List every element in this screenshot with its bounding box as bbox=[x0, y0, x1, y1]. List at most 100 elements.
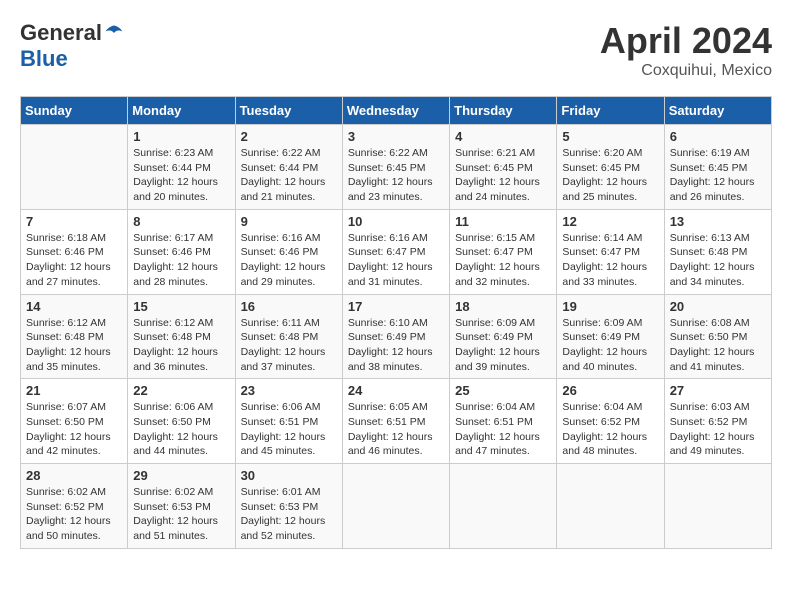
day-number: 10 bbox=[348, 214, 444, 229]
day-info: Sunrise: 6:06 AM Sunset: 6:51 PM Dayligh… bbox=[241, 400, 337, 459]
day-info: Sunrise: 6:14 AM Sunset: 6:47 PM Dayligh… bbox=[562, 231, 658, 290]
day-info: Sunrise: 6:05 AM Sunset: 6:51 PM Dayligh… bbox=[348, 400, 444, 459]
calendar-cell: 28 Sunrise: 6:02 AM Sunset: 6:52 PM Dayli… bbox=[21, 464, 128, 549]
page-header: General Blue April 2024 Coxquihui, Mexic… bbox=[20, 20, 772, 80]
calendar-cell: 5 Sunrise: 6:20 AM Sunset: 6:45 PM Daylig… bbox=[557, 125, 664, 210]
calendar-cell: 6 Sunrise: 6:19 AM Sunset: 6:45 PM Daylig… bbox=[664, 125, 771, 210]
day-number: 19 bbox=[562, 299, 658, 314]
day-number: 24 bbox=[348, 383, 444, 398]
calendar-cell: 8 Sunrise: 6:17 AM Sunset: 6:46 PM Daylig… bbox=[128, 209, 235, 294]
day-number: 7 bbox=[26, 214, 122, 229]
calendar-cell: 29Sunrise: 6:02 AM Sunset: 6:53 PM Dayli… bbox=[128, 464, 235, 549]
day-number: 12 bbox=[562, 214, 658, 229]
day-info: Sunrise: 6:13 AM Sunset: 6:48 PM Dayligh… bbox=[670, 231, 766, 290]
calendar-cell bbox=[21, 125, 128, 210]
calendar-cell: 21 Sunrise: 6:07 AM Sunset: 6:50 PM Dayli… bbox=[21, 379, 128, 464]
weekday-header: Monday bbox=[128, 97, 235, 125]
day-number: 18 bbox=[455, 299, 551, 314]
day-number: 1 bbox=[133, 129, 229, 144]
calendar-week-row: 21 Sunrise: 6:07 AM Sunset: 6:50 PM Dayli… bbox=[21, 379, 772, 464]
day-info: Sunrise: 6:20 AM Sunset: 6:45 PM Dayligh… bbox=[562, 146, 658, 205]
calendar-cell: 25Sunrise: 6:04 AM Sunset: 6:51 PM Dayli… bbox=[450, 379, 557, 464]
day-info: Sunrise: 6:02 AM Sunset: 6:53 PM Dayligh… bbox=[133, 485, 229, 544]
day-info: Sunrise: 6:15 AM Sunset: 6:47 PM Dayligh… bbox=[455, 231, 551, 290]
calendar-cell: 1 Sunrise: 6:23 AM Sunset: 6:44 PM Daylig… bbox=[128, 125, 235, 210]
day-number: 20 bbox=[670, 299, 766, 314]
calendar-cell: 20 Sunrise: 6:08 AM Sunset: 6:50 PM Dayli… bbox=[664, 294, 771, 379]
day-number: 17 bbox=[348, 299, 444, 314]
day-info: Sunrise: 6:09 AM Sunset: 6:49 PM Dayligh… bbox=[455, 316, 551, 375]
day-number: 6 bbox=[670, 129, 766, 144]
calendar-cell: 26Sunrise: 6:04 AM Sunset: 6:52 PM Dayli… bbox=[557, 379, 664, 464]
title-block: April 2024 Coxquihui, Mexico bbox=[600, 20, 772, 80]
day-number: 21 bbox=[26, 383, 122, 398]
weekday-header: Friday bbox=[557, 97, 664, 125]
day-info: Sunrise: 6:17 AM Sunset: 6:46 PM Dayligh… bbox=[133, 231, 229, 290]
day-info: Sunrise: 6:11 AM Sunset: 6:48 PM Dayligh… bbox=[241, 316, 337, 375]
day-number: 8 bbox=[133, 214, 229, 229]
day-number: 26 bbox=[562, 383, 658, 398]
calendar-cell: 2Sunrise: 6:22 AM Sunset: 6:44 PM Daylig… bbox=[235, 125, 342, 210]
calendar-cell bbox=[342, 464, 449, 549]
day-info: Sunrise: 6:21 AM Sunset: 6:45 PM Dayligh… bbox=[455, 146, 551, 205]
day-number: 28 bbox=[26, 468, 122, 483]
day-number: 22 bbox=[133, 383, 229, 398]
day-info: Sunrise: 6:19 AM Sunset: 6:45 PM Dayligh… bbox=[670, 146, 766, 205]
day-number: 15 bbox=[133, 299, 229, 314]
day-number: 25 bbox=[455, 383, 551, 398]
day-number: 3 bbox=[348, 129, 444, 144]
day-number: 9 bbox=[241, 214, 337, 229]
calendar-cell: 12 Sunrise: 6:14 AM Sunset: 6:47 PM Dayli… bbox=[557, 209, 664, 294]
day-info: Sunrise: 6:16 AM Sunset: 6:47 PM Dayligh… bbox=[348, 231, 444, 290]
weekday-header: Sunday bbox=[21, 97, 128, 125]
day-info: Sunrise: 6:03 AM Sunset: 6:52 PM Dayligh… bbox=[670, 400, 766, 459]
calendar-cell: 9Sunrise: 6:16 AM Sunset: 6:46 PM Daylig… bbox=[235, 209, 342, 294]
day-number: 13 bbox=[670, 214, 766, 229]
day-info: Sunrise: 6:01 AM Sunset: 6:53 PM Dayligh… bbox=[241, 485, 337, 544]
day-number: 30 bbox=[241, 468, 337, 483]
day-number: 14 bbox=[26, 299, 122, 314]
calendar-table: SundayMondayTuesdayWednesdayThursdayFrid… bbox=[20, 96, 772, 549]
calendar-cell: 23 Sunrise: 6:06 AM Sunset: 6:51 PM Dayli… bbox=[235, 379, 342, 464]
location-text: Coxquihui, Mexico bbox=[600, 62, 772, 80]
day-info: Sunrise: 6:22 AM Sunset: 6:45 PM Dayligh… bbox=[348, 146, 444, 205]
logo-bird-icon bbox=[104, 23, 124, 43]
day-info: Sunrise: 6:22 AM Sunset: 6:44 PM Dayligh… bbox=[241, 146, 337, 205]
day-info: Sunrise: 6:10 AM Sunset: 6:49 PM Dayligh… bbox=[348, 316, 444, 375]
weekday-header: Saturday bbox=[664, 97, 771, 125]
calendar-cell: 7 Sunrise: 6:18 AM Sunset: 6:46 PM Daylig… bbox=[21, 209, 128, 294]
day-info: Sunrise: 6:07 AM Sunset: 6:50 PM Dayligh… bbox=[26, 400, 122, 459]
day-info: Sunrise: 6:12 AM Sunset: 6:48 PM Dayligh… bbox=[133, 316, 229, 375]
calendar-week-row: 14 Sunrise: 6:12 AM Sunset: 6:48 PM Dayli… bbox=[21, 294, 772, 379]
calendar-cell: 11 Sunrise: 6:15 AM Sunset: 6:47 PM Dayli… bbox=[450, 209, 557, 294]
calendar-cell: 15 Sunrise: 6:12 AM Sunset: 6:48 PM Dayli… bbox=[128, 294, 235, 379]
day-number: 11 bbox=[455, 214, 551, 229]
day-number: 5 bbox=[562, 129, 658, 144]
day-info: Sunrise: 6:02 AM Sunset: 6:52 PM Dayligh… bbox=[26, 485, 122, 544]
day-info: Sunrise: 6:08 AM Sunset: 6:50 PM Dayligh… bbox=[670, 316, 766, 375]
day-number: 16 bbox=[241, 299, 337, 314]
day-number: 4 bbox=[455, 129, 551, 144]
calendar-cell: 24 Sunrise: 6:05 AM Sunset: 6:51 PM Dayli… bbox=[342, 379, 449, 464]
month-title: April 2024 bbox=[600, 20, 772, 62]
logo-blue-text: Blue bbox=[20, 46, 68, 72]
day-info: Sunrise: 6:12 AM Sunset: 6:48 PM Dayligh… bbox=[26, 316, 122, 375]
weekday-header-row: SundayMondayTuesdayWednesdayThursdayFrid… bbox=[21, 97, 772, 125]
calendar-cell: 10 Sunrise: 6:16 AM Sunset: 6:47 PM Dayli… bbox=[342, 209, 449, 294]
calendar-cell bbox=[664, 464, 771, 549]
weekday-header: Tuesday bbox=[235, 97, 342, 125]
day-info: Sunrise: 6:23 AM Sunset: 6:44 PM Dayligh… bbox=[133, 146, 229, 205]
calendar-cell: 19 Sunrise: 6:09 AM Sunset: 6:49 PM Dayli… bbox=[557, 294, 664, 379]
calendar-week-row: 1 Sunrise: 6:23 AM Sunset: 6:44 PM Daylig… bbox=[21, 125, 772, 210]
day-number: 23 bbox=[241, 383, 337, 398]
calendar-cell: 30 Sunrise: 6:01 AM Sunset: 6:53 PM Dayli… bbox=[235, 464, 342, 549]
day-number: 27 bbox=[670, 383, 766, 398]
weekday-header: Wednesday bbox=[342, 97, 449, 125]
day-info: Sunrise: 6:18 AM Sunset: 6:46 PM Dayligh… bbox=[26, 231, 122, 290]
calendar-cell: 18 Sunrise: 6:09 AM Sunset: 6:49 PM Dayli… bbox=[450, 294, 557, 379]
day-info: Sunrise: 6:06 AM Sunset: 6:50 PM Dayligh… bbox=[133, 400, 229, 459]
calendar-cell: 22 Sunrise: 6:06 AM Sunset: 6:50 PM Dayli… bbox=[128, 379, 235, 464]
calendar-week-row: 7 Sunrise: 6:18 AM Sunset: 6:46 PM Daylig… bbox=[21, 209, 772, 294]
weekday-header: Thursday bbox=[450, 97, 557, 125]
day-info: Sunrise: 6:09 AM Sunset: 6:49 PM Dayligh… bbox=[562, 316, 658, 375]
